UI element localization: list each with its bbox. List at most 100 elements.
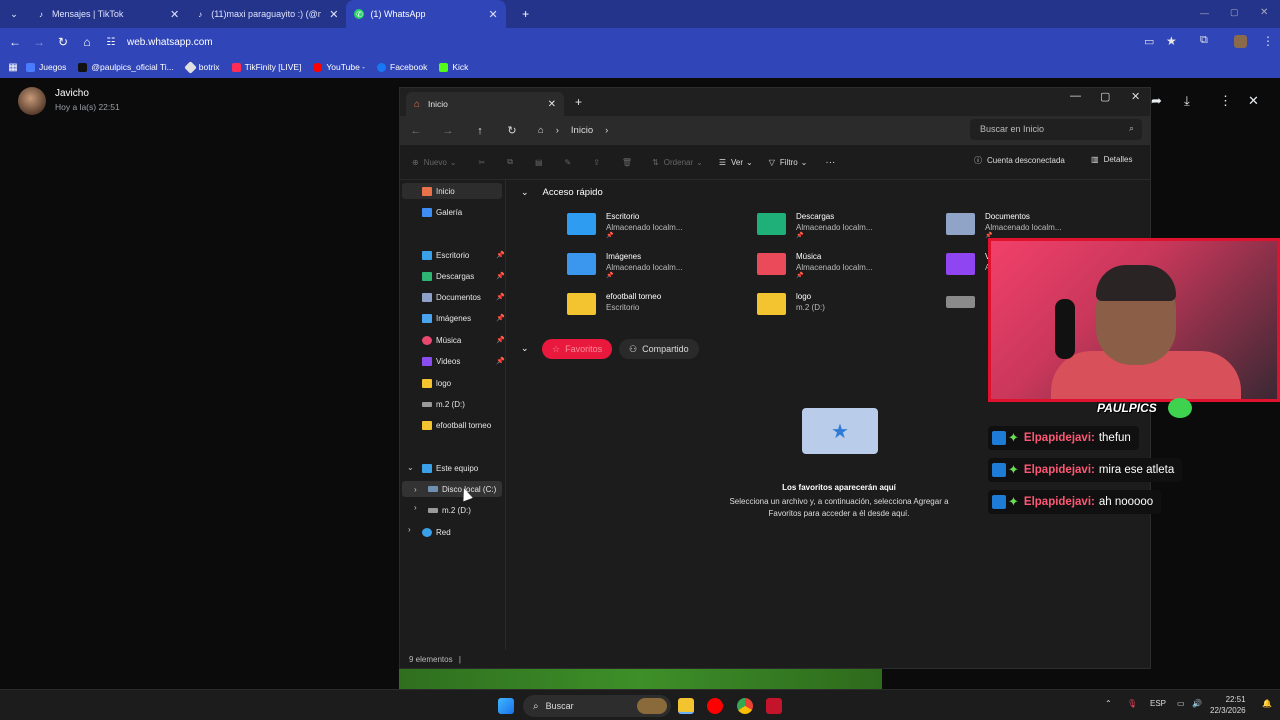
youtube-music-icon[interactable] (707, 698, 723, 714)
sidebar-item-videos[interactable]: Videos 📌 (422, 353, 505, 369)
quick-access-efootball[interactable]: efootball torneo Escritorio (567, 292, 661, 315)
apps-grid-icon[interactable]: ▦ (0, 62, 26, 73)
window-close-icon[interactable]: ✕ (1260, 7, 1268, 18)
forward-icon[interactable]: ➦ (1151, 93, 1162, 109)
view-button[interactable]: ☰ Ver ⌄ (719, 158, 753, 167)
sort-button[interactable]: ⇅ Ordenar ⌄ (652, 158, 703, 167)
sidebar-item-galeria[interactable]: Galería (422, 204, 462, 220)
window-restore-icon[interactable]: ▢ (1230, 7, 1239, 18)
language-indicator[interactable]: ESP (1150, 699, 1166, 708)
sidebar-item-disco-c[interactable]: › Disco local (C:) (402, 481, 502, 497)
up-arrow-icon[interactable]: ↑ (464, 125, 496, 137)
sidebar-item-logo[interactable]: logo (422, 375, 451, 391)
new-button[interactable]: ⊕ Nuevo ⌄ (412, 158, 457, 167)
browser-tab-whatsapp[interactable]: ✆ (1) WhatsApp ✕ (346, 0, 506, 28)
chevron-right-icon[interactable]: › (408, 525, 411, 534)
bookmark-kick[interactable]: Kick (439, 62, 468, 72)
sidebar-item-imagenes[interactable]: Imágenes 📌 (422, 310, 505, 326)
back-arrow-icon[interactable]: ← (3, 35, 27, 49)
quick-access-header[interactable]: ⌄ Acceso rápido (521, 187, 603, 198)
sidebar-item-inicio[interactable]: Inicio (402, 183, 502, 199)
bookmark-youtube[interactable]: YouTube - (313, 62, 365, 72)
rename-icon[interactable]: ✎ (565, 158, 572, 167)
sidebar-item-este-equipo[interactable]: Este equipo (422, 460, 478, 476)
site-info-icon[interactable]: ☷ (99, 37, 123, 48)
forward-arrow-icon[interactable]: → (27, 35, 51, 49)
microphone-tray-icon[interactable]: 🎙 (1127, 699, 1137, 708)
explorer-tab-inicio[interactable]: ⌂ Inicio ✕ (406, 92, 564, 116)
sidebar-item-descargas[interactable]: Descargas 📌 (422, 268, 505, 284)
browser-tab-tiktok-messages[interactable]: ♪ Mensajes | TikTok ✕ (28, 0, 187, 28)
copy-icon[interactable]: ⧉ (507, 157, 513, 167)
sidebar-item-efootball[interactable]: efootball torneo (422, 417, 491, 433)
forward-arrow-icon[interactable]: → (432, 125, 464, 137)
account-status[interactable]: ⓘ Cuenta desconectada (974, 155, 1065, 166)
bookmark-facebook[interactable]: Facebook (377, 62, 427, 72)
bookmark-star-icon[interactable]: ★ (1166, 34, 1177, 48)
sidebar-item-m2-d[interactable]: m.2 (D:) (422, 396, 465, 412)
browser-tab-tiktok-profile[interactable]: ♪ (11)maxi paraguayito :) (@maxi ✕ (187, 0, 346, 28)
system-clock[interactable]: 22:51 22/3/2026 (1210, 694, 1246, 716)
sidebar-item-red[interactable]: Red (422, 524, 451, 540)
quick-access-documentos[interactable]: Documentos Almacenado localm... 📌 (946, 212, 1061, 239)
windows-start-icon[interactable] (498, 698, 514, 714)
browser-menu-icon[interactable]: ⋮ (1262, 34, 1274, 48)
breadcrumb[interactable]: ⌂ › Inicio › (538, 125, 608, 136)
bookmark-tikfinity[interactable]: TikFinity [LIVE] (231, 62, 301, 72)
close-tab-icon[interactable]: ✕ (488, 8, 497, 21)
close-tab-icon[interactable]: ✕ (170, 8, 179, 21)
profile-avatar[interactable] (1234, 35, 1247, 48)
extensions-icon[interactable]: ⧉ (1200, 34, 1208, 47)
cast-icon[interactable]: ▭ (1144, 35, 1154, 48)
close-tab-icon[interactable]: ✕ (329, 8, 338, 21)
download-icon[interactable]: ⤓ (1184, 93, 1190, 109)
details-button[interactable]: ▥ Detalles (1091, 155, 1132, 164)
delete-icon[interactable]: 🗑 (622, 158, 632, 167)
file-explorer-icon[interactable] (678, 698, 694, 714)
quick-access-escritorio[interactable]: Escritorio Almacenado localm... 📌 (567, 212, 682, 239)
shared-pill[interactable]: ⚇ Compartido (619, 339, 699, 359)
tray-overflow-chevron-icon[interactable]: ⌃ (1105, 699, 1112, 708)
close-tab-icon[interactable]: ✕ (548, 99, 556, 110)
bookmark-paulpics[interactable]: @paulpics_oficial Ti... (78, 62, 174, 72)
taskbar-search-input[interactable]: ⌕ Buscar (523, 695, 671, 717)
sidebar-item-documentos[interactable]: Documentos 📌 (422, 289, 505, 305)
quick-access-logo[interactable]: logo m.2 (D:) (757, 292, 825, 315)
share-icon[interactable]: ⇪ (593, 158, 600, 167)
window-minimize-icon[interactable]: — (1200, 8, 1209, 18)
bookmark-juegos[interactable]: Juegos (26, 62, 66, 72)
filter-button[interactable]: ▽ Filtro ⌄ (769, 158, 808, 167)
quick-access-descargas[interactable]: Descargas Almacenado localm... 📌 (757, 212, 872, 239)
reload-icon[interactable]: ↻ (51, 35, 75, 49)
sidebar-item-escritorio[interactable]: Escritorio 📌 (422, 247, 505, 263)
quick-access-videos[interactable]: VA (946, 252, 990, 275)
new-tab-plus-icon[interactable]: + (575, 95, 582, 109)
notifications-bell-icon[interactable]: 🔔 (1262, 699, 1272, 708)
cut-icon[interactable]: ✂ (479, 158, 486, 167)
minimize-icon[interactable]: — (1070, 90, 1081, 102)
quick-access-imagenes[interactable]: Imágenes Almacenado localm... 📌 (567, 252, 682, 279)
sidebar-item-musica[interactable]: Música 📌 (422, 332, 505, 348)
favorites-pill[interactable]: ☆ Favoritos (542, 339, 613, 359)
quick-access-musica[interactable]: Música Almacenado localm... 📌 (757, 252, 872, 279)
chrome-icon[interactable] (737, 698, 753, 714)
volume-tray-icon[interactable]: 🔊 (1192, 699, 1202, 708)
url-field[interactable]: web.whatsapp.com (127, 37, 213, 48)
home-icon[interactable]: ⌂ (75, 35, 99, 49)
voicemeeter-icon[interactable] (766, 698, 782, 714)
close-viewer-icon[interactable]: ✕ (1248, 93, 1259, 109)
favorites-section-chevron[interactable]: ⌄ (521, 343, 529, 354)
refresh-icon[interactable]: ↻ (496, 124, 528, 137)
more-options-button[interactable]: ··· (825, 157, 835, 168)
maximize-icon[interactable]: ▢ (1100, 90, 1110, 103)
quick-access-drive[interactable] (946, 295, 985, 308)
chevron-down-icon[interactable]: ⌄ (407, 463, 414, 472)
more-options-icon[interactable]: ⋮ (1219, 93, 1232, 109)
explorer-search-input[interactable]: Buscar en Inicio ⌕ (970, 119, 1142, 140)
chevron-right-icon[interactable]: › (414, 503, 417, 512)
back-arrow-icon[interactable]: ← (400, 125, 432, 137)
sidebar-item-m2-drive[interactable]: m.2 (D:) (428, 502, 471, 518)
new-tab-plus-icon[interactable]: + (514, 7, 538, 21)
contact-avatar[interactable] (18, 87, 46, 115)
network-tray-icon[interactable]: ▭ (1177, 699, 1185, 708)
